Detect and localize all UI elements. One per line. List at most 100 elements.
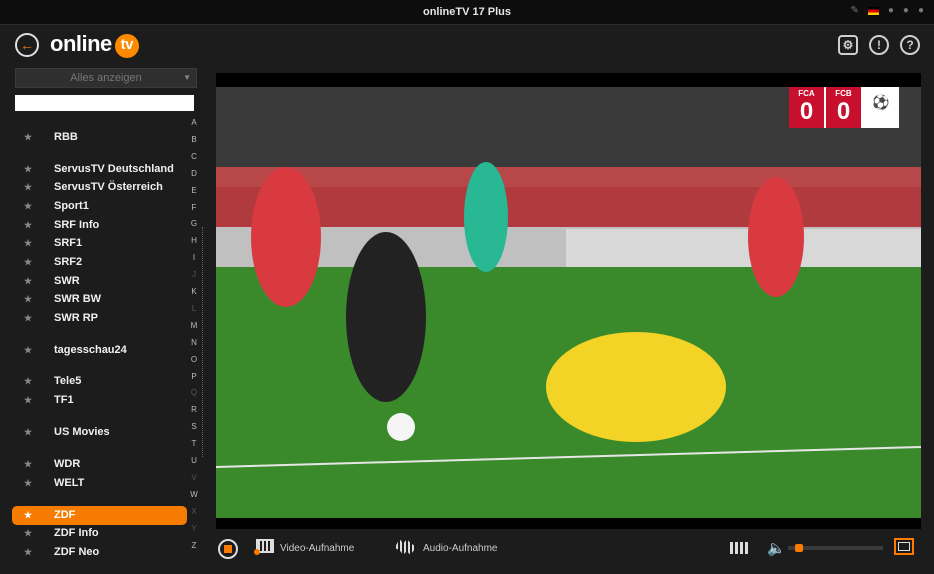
favorite-star-icon[interactable]: ★ bbox=[24, 341, 32, 360]
away-score: 0 bbox=[836, 98, 851, 125]
favorite-star-icon[interactable]: ★ bbox=[24, 474, 32, 493]
alphabet-letter[interactable]: C bbox=[188, 152, 200, 161]
alphabet-letter[interactable]: W bbox=[188, 490, 200, 499]
chevron-down-icon: ▼ bbox=[183, 73, 191, 82]
maximize-icon[interactable]: ● bbox=[903, 5, 909, 16]
language-flag-icon[interactable] bbox=[867, 6, 879, 15]
favorite-star-icon[interactable]: ★ bbox=[24, 128, 32, 147]
channel-item[interactable]: ★ SRF1 bbox=[12, 234, 187, 253]
favorite-star-icon[interactable]: ★ bbox=[24, 197, 32, 216]
fullscreen-button[interactable] bbox=[894, 538, 914, 555]
alphabet-letter[interactable]: F bbox=[188, 203, 200, 212]
channel-item[interactable]: ★ ZDF Neo bbox=[12, 543, 187, 562]
alphabet-letter[interactable]: R bbox=[188, 405, 200, 414]
scrollbar[interactable] bbox=[202, 227, 205, 457]
channel-item[interactable]: ★ ServusTV Deutschland bbox=[12, 160, 187, 179]
channel-item[interactable]: ★ SWR bbox=[12, 272, 187, 291]
logo-badge: tv bbox=[114, 34, 139, 58]
audio-record-button[interactable]: Audio-Aufnahme bbox=[423, 543, 498, 554]
alphabet-letter[interactable]: L bbox=[188, 304, 200, 313]
volume-thumb[interactable] bbox=[794, 544, 803, 552]
favorite-star-icon[interactable]: ★ bbox=[24, 290, 32, 309]
favorite-star-icon[interactable]: ★ bbox=[24, 253, 32, 272]
filter-dropdown[interactable]: Alles anzeigen ▼ bbox=[15, 68, 197, 88]
alphabet-letter[interactable]: P bbox=[188, 372, 200, 381]
alphabet-letter[interactable]: U bbox=[188, 456, 200, 465]
alphabet-letter[interactable]: A bbox=[188, 118, 200, 127]
favorite-star-icon[interactable]: ★ bbox=[24, 272, 32, 291]
audio-record-icon[interactable] bbox=[396, 539, 414, 555]
channel-item[interactable]: ★ SRF2 bbox=[12, 253, 187, 272]
help-icon[interactable]: ? bbox=[900, 35, 920, 55]
channel-item[interactable]: ★ tagesschau24 bbox=[12, 341, 187, 360]
alphabet-letter[interactable]: O bbox=[188, 355, 200, 364]
alphabet-letter[interactable]: S bbox=[188, 422, 200, 431]
channel-name: tagesschau24 bbox=[54, 344, 127, 356]
equalizer-icon[interactable] bbox=[730, 542, 750, 554]
favorite-star-icon[interactable]: ★ bbox=[24, 543, 32, 562]
alphabet-letter[interactable]: I bbox=[188, 253, 200, 262]
alphabet-letter[interactable]: N bbox=[188, 338, 200, 347]
channel-item[interactable]: ★ ZDF Info bbox=[12, 524, 187, 543]
favorite-star-icon[interactable]: ★ bbox=[24, 372, 32, 391]
channel-item[interactable]: ★ RBB bbox=[12, 128, 187, 147]
player-controls: Video-Aufnahme Audio-Aufnahme 🔈 bbox=[216, 537, 921, 563]
alphabet-letter[interactable]: V bbox=[188, 473, 200, 482]
speaker-icon[interactable]: 🔈 bbox=[767, 539, 786, 557]
alphabet-letter[interactable]: X bbox=[188, 507, 200, 516]
favorite-star-icon[interactable]: ★ bbox=[24, 455, 32, 474]
stop-button[interactable] bbox=[218, 539, 238, 559]
alphabet-letter[interactable]: G bbox=[188, 219, 200, 228]
pin-icon[interactable]: ✎ bbox=[850, 5, 858, 16]
channel-item[interactable]: ★ Tele5 bbox=[12, 372, 187, 391]
alphabet-letter[interactable]: M bbox=[188, 321, 200, 330]
favorite-star-icon[interactable]: ★ bbox=[24, 234, 32, 253]
minimize-icon[interactable]: ● bbox=[888, 5, 894, 16]
video-record-icon[interactable] bbox=[254, 539, 274, 555]
favorite-star-icon[interactable]: ★ bbox=[24, 160, 32, 179]
alphabet-letter[interactable]: H bbox=[188, 236, 200, 245]
alphabet-letter[interactable]: Y bbox=[188, 524, 200, 533]
alphabet-letter[interactable]: K bbox=[188, 287, 200, 296]
favorite-star-icon[interactable]: ★ bbox=[24, 178, 32, 197]
channel-item[interactable]: ★ SWR BW bbox=[12, 290, 187, 309]
channel-item[interactable]: ★ SRF Info bbox=[12, 216, 187, 235]
video-record-button[interactable]: Video-Aufnahme bbox=[280, 543, 354, 554]
channel-item[interactable]: ★ ZDF bbox=[12, 506, 187, 525]
favorite-star-icon[interactable]: ★ bbox=[24, 423, 32, 442]
favorite-star-icon[interactable]: ★ bbox=[24, 309, 32, 328]
alphabet-letter[interactable]: J bbox=[188, 270, 200, 279]
favorite-star-icon[interactable]: ★ bbox=[24, 391, 32, 410]
alphabet-letter[interactable]: Q bbox=[188, 388, 200, 397]
channel-item[interactable]: ★ ServusTV Österreich bbox=[12, 178, 187, 197]
filter-dropdown-value: Alles anzeigen bbox=[70, 72, 142, 84]
title-bar: onlineTV 17 Plus ✎ ● ● ● bbox=[0, 0, 934, 25]
alphabet-letter[interactable]: T bbox=[188, 439, 200, 448]
info-icon[interactable]: ! bbox=[869, 35, 889, 55]
close-icon[interactable]: ● bbox=[918, 5, 924, 16]
back-button[interactable]: ← bbox=[15, 33, 39, 57]
home-team-label: FCA bbox=[798, 89, 815, 98]
video-player[interactable]: FCA 0 FCB 0 ⚽ bbox=[216, 73, 921, 529]
channel-name: ZDF Neo bbox=[54, 546, 100, 558]
favorite-star-icon[interactable]: ★ bbox=[24, 506, 32, 525]
channel-item[interactable]: ★ SWR RP bbox=[12, 309, 187, 328]
channel-name: Sport1 bbox=[54, 200, 89, 212]
settings-gear-icon[interactable]: ⚙ bbox=[838, 35, 858, 55]
channel-item[interactable]: ★ US Movies bbox=[12, 423, 187, 442]
alphabet-letter[interactable]: D bbox=[188, 169, 200, 178]
channel-item[interactable]: ★ TF1 bbox=[12, 391, 187, 410]
channel-item[interactable]: ★ WELT bbox=[12, 474, 187, 493]
channel-item[interactable]: ★ WDR bbox=[12, 455, 187, 474]
channel-name: SWR BW bbox=[54, 293, 102, 305]
alphabet-letter[interactable]: B bbox=[188, 135, 200, 144]
channel-search-input[interactable] bbox=[15, 95, 194, 111]
alphabet-letter[interactable]: Z bbox=[188, 541, 200, 550]
volume-slider[interactable] bbox=[788, 544, 883, 552]
video-frame[interactable]: FCA 0 FCB 0 ⚽ bbox=[216, 87, 921, 518]
channel-item[interactable]: ★ Sport1 bbox=[12, 197, 187, 216]
alphabet-letter[interactable]: E bbox=[188, 186, 200, 195]
channel-name: ZDF Info bbox=[54, 527, 99, 539]
favorite-star-icon[interactable]: ★ bbox=[24, 216, 32, 235]
favorite-star-icon[interactable]: ★ bbox=[24, 524, 32, 543]
